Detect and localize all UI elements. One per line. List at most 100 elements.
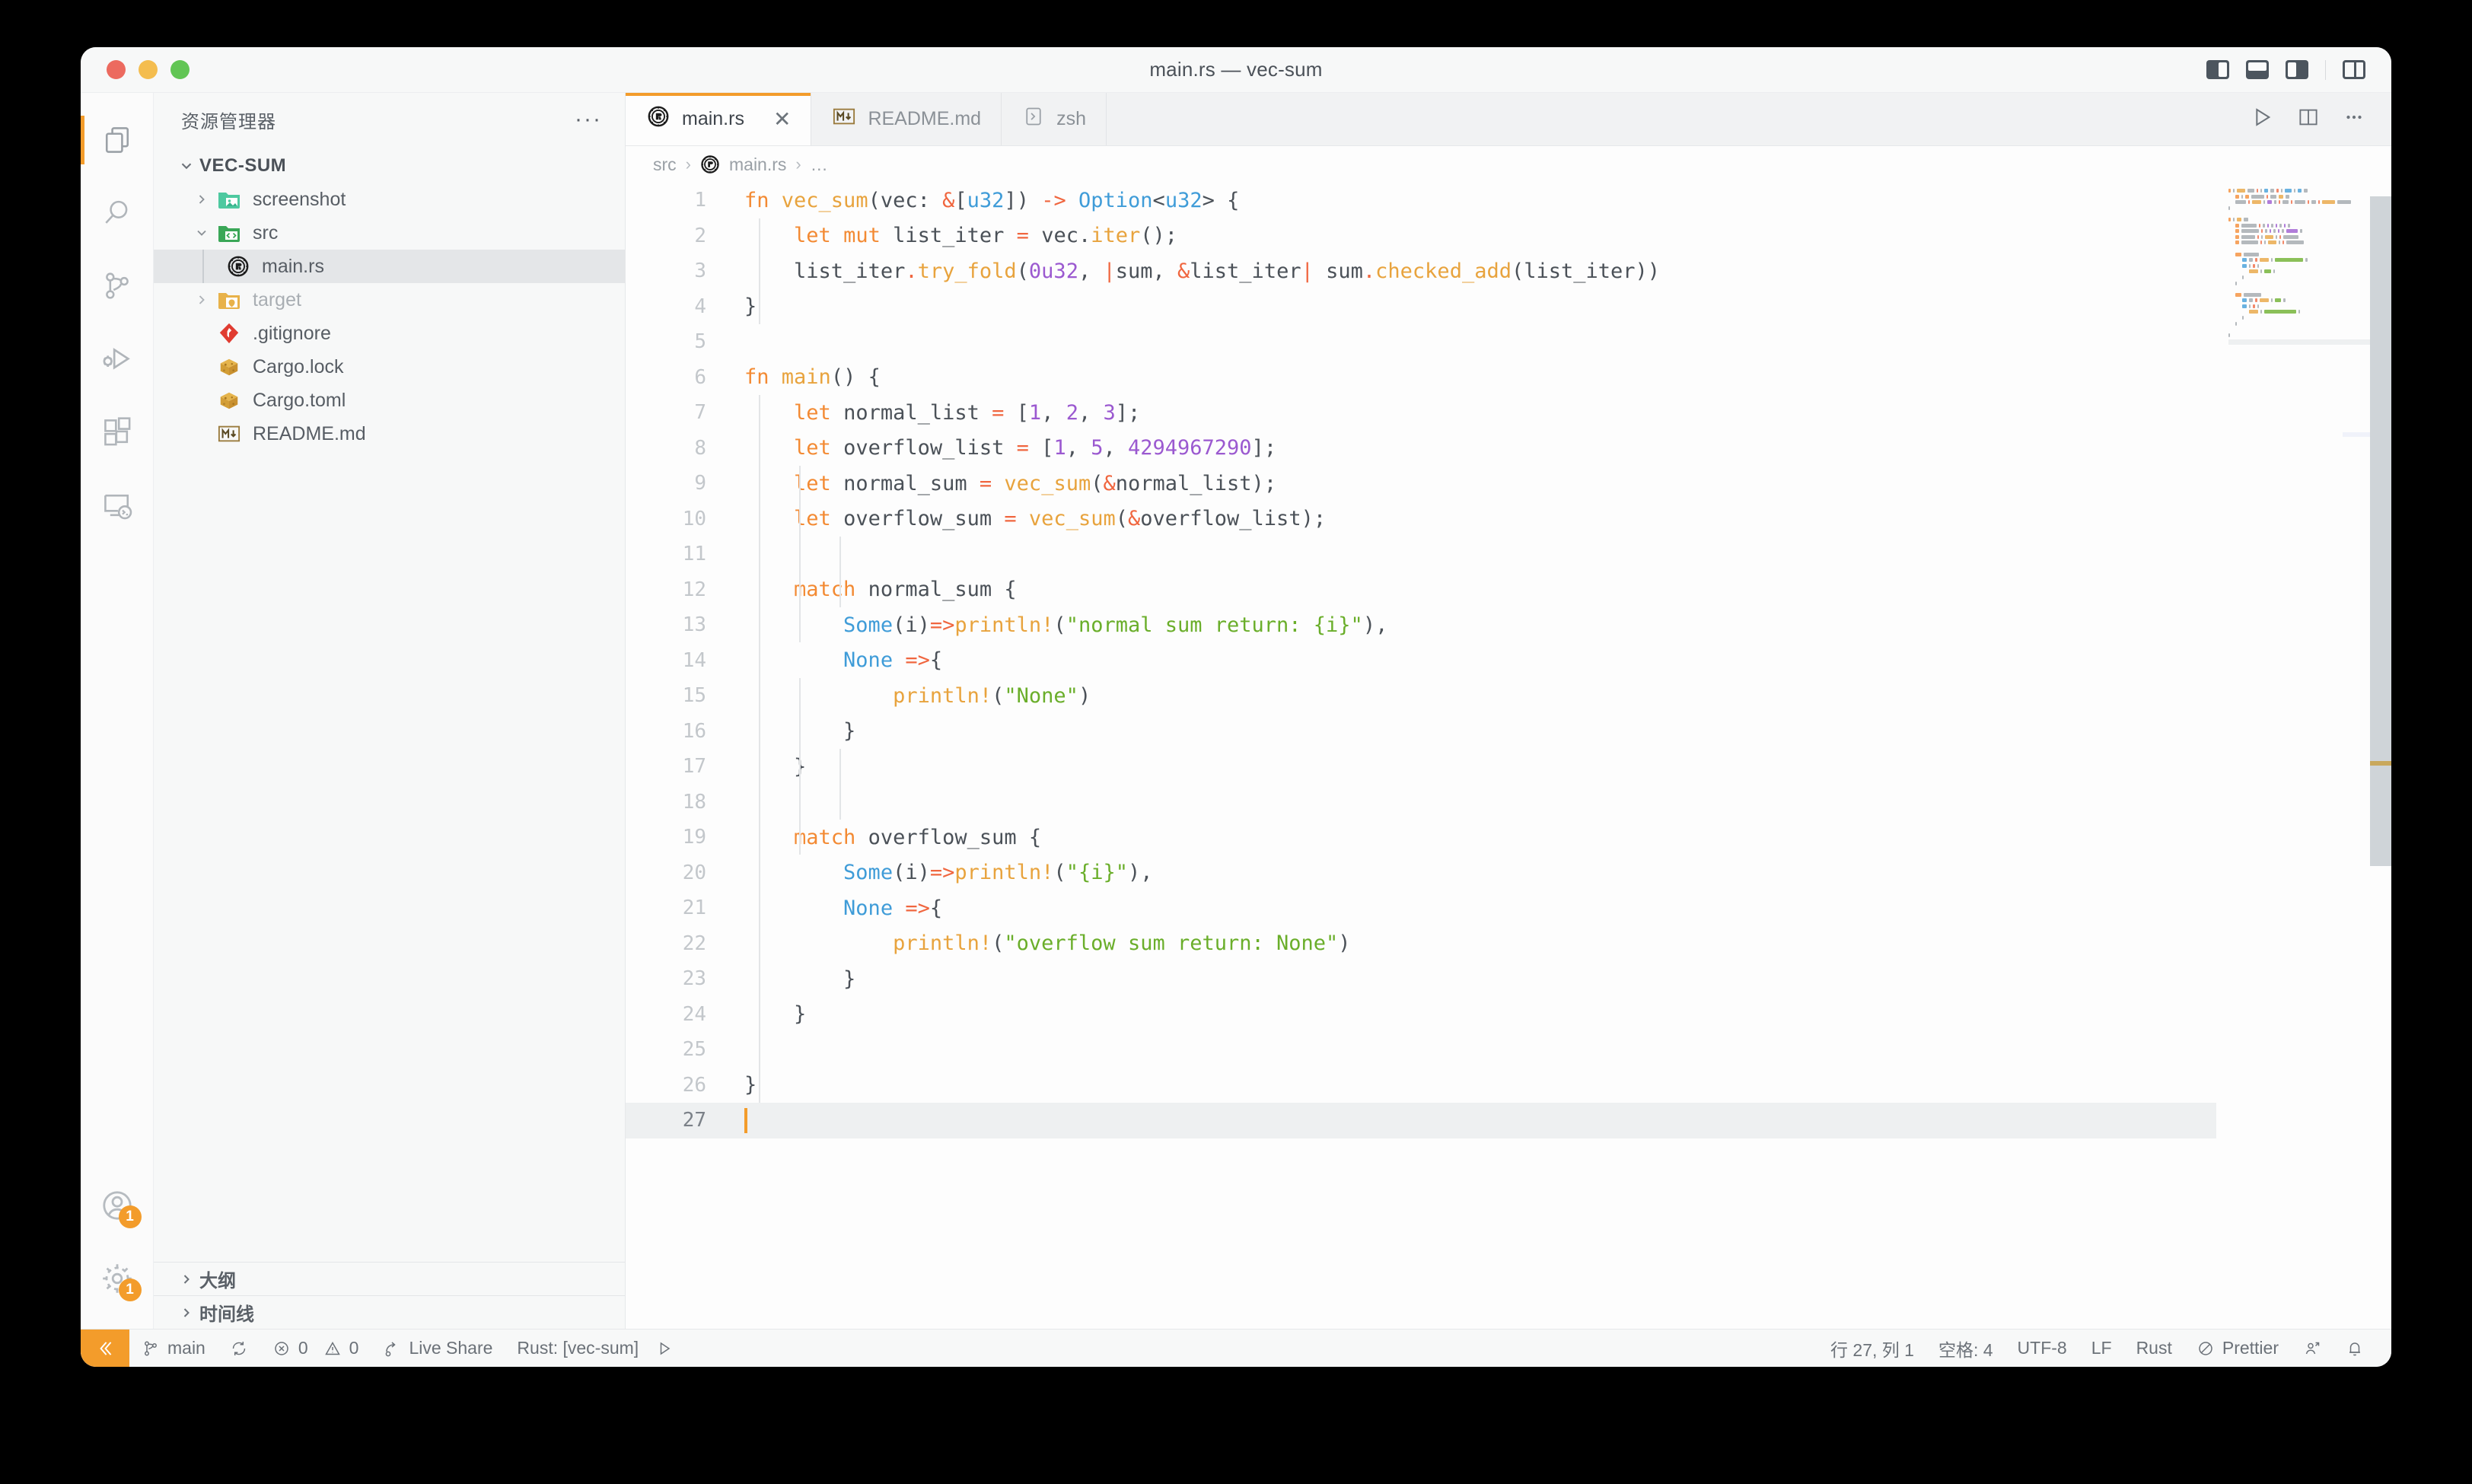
tree-item-main-rs[interactable]: main.rs: [154, 250, 625, 283]
code-line[interactable]: 18: [626, 785, 2216, 820]
minimap-line: [2216, 322, 2391, 326]
status-eol[interactable]: LF: [2079, 1330, 2124, 1368]
code-line[interactable]: 6fn main() {: [626, 360, 2216, 396]
tree-item-gitignore[interactable]: .gitignore: [154, 317, 625, 350]
sidebar-item-extensions[interactable]: [81, 396, 154, 469]
maximize-window-button[interactable]: [170, 60, 190, 79]
code-line[interactable]: 14 None =>{: [626, 643, 2216, 679]
toggle-secondary-sidebar-icon[interactable]: [2286, 60, 2308, 79]
status-formatter-label: Prettier: [2222, 1338, 2279, 1358]
code-line[interactable]: 19 match overflow_sum {: [626, 820, 2216, 855]
token-pln: [893, 648, 905, 672]
status-feedback[interactable]: [2291, 1330, 2333, 1368]
code-line[interactable]: 17 }: [626, 749, 2216, 785]
sidebar-item-manage[interactable]: 1: [81, 1242, 154, 1315]
minimize-window-button[interactable]: [139, 60, 158, 79]
code-editor[interactable]: 1fn vec_sum(vec: &[u32]) -> Option<u32> …: [626, 183, 2391, 1329]
sidebar-item-explorer[interactable]: [81, 103, 154, 177]
token-pln: ,: [1041, 401, 1066, 425]
tree-item-cargo-lock[interactable]: Cargo.lock: [154, 350, 625, 384]
code-line[interactable]: 5: [626, 324, 2216, 360]
status-live-share[interactable]: Live Share: [371, 1330, 505, 1368]
tree-item-screenshot[interactable]: screenshot: [154, 183, 625, 216]
status-rust-analyzer[interactable]: Rust: [vec-sum]: [505, 1330, 686, 1368]
code-line[interactable]: 21 None =>{: [626, 890, 2216, 926]
code-line[interactable]: 27: [626, 1103, 2216, 1138]
play-icon[interactable]: [655, 1339, 674, 1358]
token-pln: {: [930, 648, 942, 672]
file-tree[interactable]: VEC-SUM screenshot: [154, 146, 625, 1262]
close-window-button[interactable]: [107, 60, 126, 79]
customize-layout-icon[interactable]: [2343, 60, 2365, 79]
breadcrumb[interactable]: src › main.rs › …: [626, 146, 2391, 183]
code-line[interactable]: 1fn vec_sum(vec: &[u32]) -> Option<u32> …: [626, 183, 2216, 218]
editor-vertical-scrollbar[interactable]: [2370, 196, 2391, 866]
code-line[interactable]: 15 println!("None"): [626, 678, 2216, 714]
status-language-mode[interactable]: Rust: [2124, 1330, 2184, 1368]
minimap-line: [2216, 287, 2391, 291]
toggle-primary-sidebar-icon[interactable]: [2206, 60, 2229, 79]
status-remote-host-button[interactable]: [81, 1330, 129, 1368]
token-pln: vec.: [1029, 224, 1091, 247]
code-line[interactable]: 11: [626, 537, 2216, 572]
code-line[interactable]: 3 list_iter.try_fold(0u32, |sum, &list_i…: [626, 253, 2216, 289]
breadcrumb-item-main-rs[interactable]: main.rs: [729, 154, 786, 175]
breadcrumb-item-symbols[interactable]: …: [811, 154, 828, 175]
tree-item-readme[interactable]: README.md: [154, 417, 625, 451]
code-line[interactable]: 8 let overflow_list = [1, 5, 4294967290]…: [626, 431, 2216, 467]
indent: [744, 1002, 794, 1026]
sidebar-item-remote-explorer[interactable]: [81, 469, 154, 542]
ellipsis-icon[interactable]: [2343, 106, 2365, 132]
code-line[interactable]: 10 let overflow_sum = vec_sum(&overflow_…: [626, 502, 2216, 537]
status-cursor-position[interactable]: 行 27, 列 1: [1818, 1330, 1926, 1368]
toggle-panel-icon[interactable]: [2246, 60, 2269, 79]
code-line[interactable]: 13 Some(i)=>println!("normal sum return:…: [626, 607, 2216, 643]
split-editor-icon[interactable]: [2297, 106, 2320, 132]
tree-root-vec-sum[interactable]: VEC-SUM: [154, 149, 625, 183]
code-line[interactable]: 20 Some(i)=>println!("{i}"),: [626, 855, 2216, 891]
code-text: list_iter.try_fold(0u32, |sum, &list_ite…: [725, 260, 1660, 283]
code-line[interactable]: 9 let normal_sum = vec_sum(&normal_list)…: [626, 466, 2216, 502]
play-icon[interactable]: [2250, 105, 2274, 133]
status-problems[interactable]: 0 0: [260, 1330, 371, 1368]
sidebar-section-timeline[interactable]: 时间线: [154, 1295, 625, 1329]
tree-item-src[interactable]: src: [154, 216, 625, 250]
code-line[interactable]: 22 println!("overflow sum return: None"): [626, 926, 2216, 962]
code-line[interactable]: 7 let normal_list = [1, 2, 3];: [626, 395, 2216, 431]
line-number: 2: [626, 225, 725, 247]
close-icon[interactable]: ✕: [773, 109, 791, 130]
minimap-token: [2244, 253, 2259, 256]
sidebar-item-search[interactable]: [81, 177, 154, 250]
code-line[interactable]: 25: [626, 1032, 2216, 1068]
tree-item-target[interactable]: target: [154, 283, 625, 317]
status-encoding[interactable]: UTF-8: [2005, 1330, 2079, 1368]
sidebar-item-accounts[interactable]: 1: [81, 1169, 154, 1242]
token-op: =: [1017, 224, 1029, 247]
code-line[interactable]: 2 let mut list_iter = vec.iter();: [626, 218, 2216, 254]
sidebar-item-run-and-debug[interactable]: [81, 323, 154, 396]
code-line[interactable]: 24 }: [626, 997, 2216, 1033]
code-text: let normal_sum = vec_sum(&normal_list);: [725, 472, 1276, 495]
code-line[interactable]: 16 }: [626, 714, 2216, 750]
tree-indent-guide: [202, 250, 204, 283]
breadcrumb-item-src[interactable]: src: [653, 154, 677, 175]
tab-main-rs[interactable]: main.rs ✕: [626, 93, 811, 145]
status-indentation[interactable]: 空格: 4: [1926, 1330, 2005, 1368]
code-line[interactable]: 26}: [626, 1068, 2216, 1103]
status-branch[interactable]: main: [129, 1330, 218, 1368]
status-notifications[interactable]: [2333, 1330, 2376, 1368]
code-line[interactable]: 23 }: [626, 961, 2216, 997]
status-formatter[interactable]: Prettier: [2184, 1330, 2291, 1368]
tab-zsh[interactable]: zsh: [1002, 93, 1107, 145]
code-lines-container[interactable]: 1fn vec_sum(vec: &[u32]) -> Option<u32> …: [626, 183, 2216, 1329]
code-line[interactable]: 12 match normal_sum {: [626, 572, 2216, 608]
status-sync[interactable]: [218, 1330, 260, 1368]
tab-readme-md[interactable]: README.md: [811, 93, 1002, 145]
token-pln: [992, 472, 1004, 495]
explorer-more-actions-icon[interactable]: ···: [575, 114, 602, 125]
sidebar-section-outline[interactable]: 大纲: [154, 1262, 625, 1295]
minimap[interactable]: [2216, 183, 2391, 1329]
tree-item-cargo-toml[interactable]: Cargo.toml: [154, 384, 625, 417]
code-line[interactable]: 4}: [626, 289, 2216, 325]
sidebar-item-source-control[interactable]: [81, 250, 154, 323]
